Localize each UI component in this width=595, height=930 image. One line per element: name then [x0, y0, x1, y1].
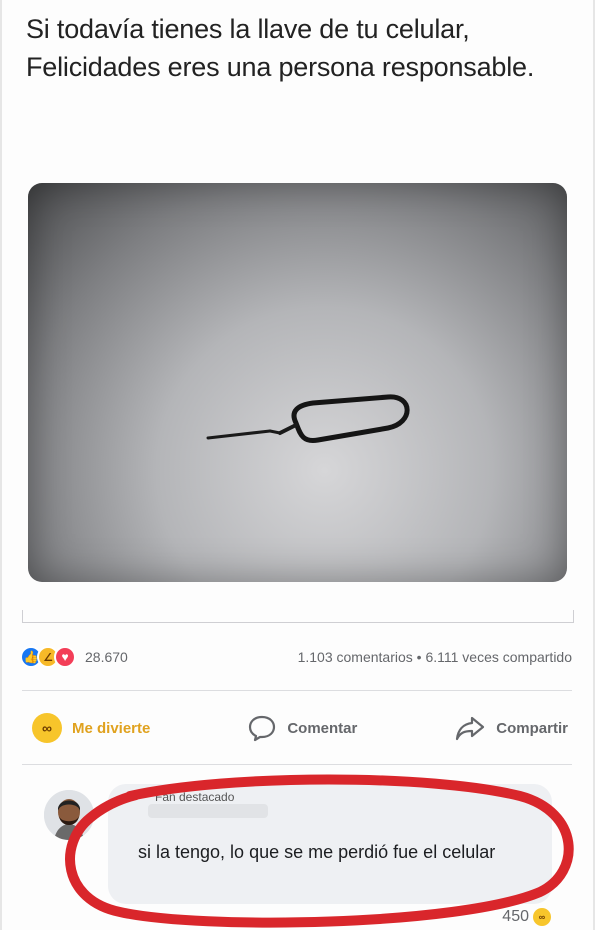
share-button-label: Compartir: [496, 719, 568, 737]
sim-ejector-pin-image: [206, 394, 410, 444]
share-button[interactable]: Compartir: [442, 708, 580, 748]
love-reaction-icon: ♥: [54, 646, 76, 668]
reaction-icons[interactable]: 👍 ∠ ♥: [20, 646, 76, 668]
comment-icon: [249, 715, 276, 742]
post-text: Si todavía tienes la llave de tu celular…: [26, 14, 535, 82]
red-highlight-circle: [65, 774, 574, 928]
post-stats: 👍 ∠ ♥ 28.670 1.103 comentarios • 6.111 v…: [20, 640, 580, 674]
comments-shares-count[interactable]: 1.103 comentarios • 6.111 veces comparti…: [298, 649, 572, 665]
haha-mini-icon: ∞: [533, 908, 551, 926]
top-comment: Fan destacado si la tengo, lo que se me …: [0, 760, 595, 930]
reactions-count[interactable]: 28.670: [85, 649, 128, 665]
comment-button[interactable]: Comentar: [235, 708, 369, 748]
post-screenshot: Si todavía tienes la llave de tu celular…: [0, 0, 595, 930]
reaction-button[interactable]: ∞ Me divierte: [20, 707, 162, 749]
comment-button-label: Comentar: [287, 719, 358, 737]
comment-reaction-number: 450: [502, 908, 529, 925]
comment-reaction-count[interactable]: 450 ∞: [502, 908, 551, 926]
link-preview-strip: [22, 610, 574, 623]
action-bar: ∞ Me divierte Comentar Compartir: [20, 700, 580, 756]
reaction-button-label: Me divierte: [72, 719, 151, 737]
divider-top: [22, 690, 572, 691]
share-icon: [456, 716, 485, 741]
haha-icon: ∞: [32, 713, 62, 743]
post-photo[interactable]: [28, 183, 567, 582]
